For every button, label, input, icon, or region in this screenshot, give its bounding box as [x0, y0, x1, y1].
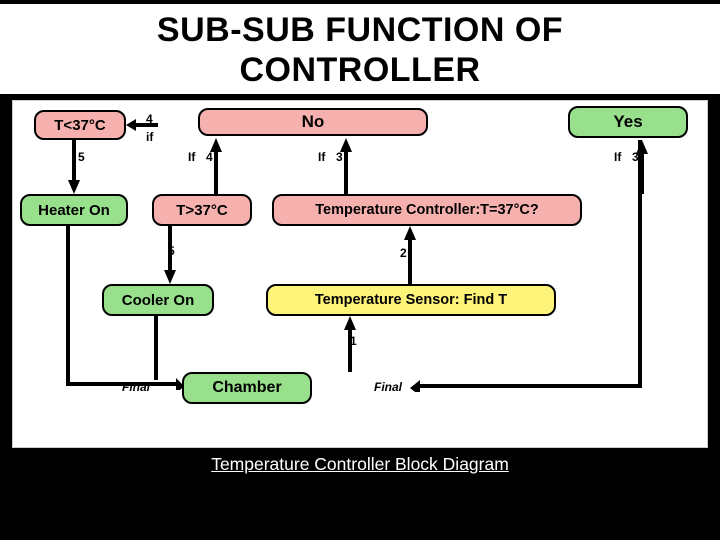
box-t-low: T<37°C [34, 110, 126, 140]
slide-title: SUB-SUB FUNCTION OF CONTROLLER [0, 4, 720, 94]
arrow-thigh-up-no [208, 138, 224, 194]
arrow-cooler-final [152, 316, 160, 380]
arrow-tlow-down-heater [66, 140, 82, 194]
block-diagram: T<37°C No Yes Heater On T>37°C Temperatu… [12, 100, 708, 448]
arrow-if-to-tlow [126, 117, 158, 133]
caption: Temperature Controller Block Diagram [0, 454, 720, 475]
title-line-2: CONTROLLER [239, 51, 480, 89]
arrow-yes-final [312, 140, 652, 392]
slide: SUB-SUB FUNCTION OF CONTROLLER T<37°C No… [0, 0, 720, 540]
box-chamber: Chamber [182, 372, 312, 404]
box-t-high: T>37°C [152, 194, 252, 226]
label-if-b: If [188, 150, 195, 164]
title-line-1: SUB-SUB FUNCTION OF [157, 11, 563, 49]
box-no: No [198, 108, 428, 136]
box-yes: Yes [568, 106, 688, 138]
arrow-heater-final [64, 226, 184, 390]
box-heater: Heater On [20, 194, 128, 226]
